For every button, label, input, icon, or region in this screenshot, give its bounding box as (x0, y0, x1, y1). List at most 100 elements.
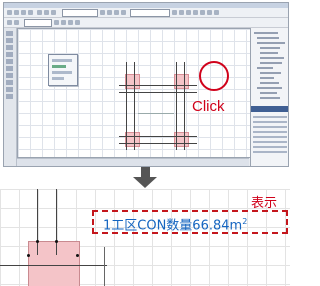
beam-line[interactable] (119, 143, 197, 144)
zoomed-detail-view: 表示 1工区CON数量66.84m2 (0, 189, 290, 286)
property-row[interactable] (253, 141, 287, 143)
vertex-point (27, 254, 30, 257)
tool-icon[interactable] (6, 94, 13, 99)
beam-line[interactable] (184, 62, 185, 150)
palette-item[interactable] (52, 59, 72, 62)
main-toolbar (4, 8, 288, 18)
properties-header[interactable] (251, 106, 288, 112)
toolbar-icon[interactable] (75, 20, 80, 25)
property-row[interactable] (253, 116, 287, 118)
tool-icon[interactable] (6, 66, 13, 71)
tool-icon[interactable] (6, 73, 13, 78)
pan-icon[interactable] (44, 10, 49, 15)
toolbar-icon[interactable] (200, 10, 205, 15)
tree-item[interactable] (257, 87, 282, 89)
footing-pad[interactable] (125, 132, 140, 147)
tool-icon[interactable] (6, 80, 13, 85)
tree-item[interactable] (254, 32, 278, 34)
guide-line (138, 113, 174, 114)
toolbar-icon[interactable] (186, 10, 191, 15)
vertex-point (76, 254, 79, 257)
property-row[interactable] (253, 151, 287, 153)
tool-icon[interactable] (6, 45, 13, 50)
tree-item[interactable] (260, 72, 281, 74)
toolbar-icon[interactable] (7, 20, 12, 25)
drawing-canvas[interactable] (17, 28, 251, 158)
toolbar-icon[interactable] (54, 20, 59, 25)
property-row[interactable] (253, 126, 287, 128)
tree-item[interactable] (260, 92, 277, 94)
beam-line (37, 189, 38, 255)
beam-line[interactable] (176, 62, 177, 150)
beam-line[interactable] (119, 85, 197, 86)
tree-item[interactable] (257, 67, 273, 69)
tree-item[interactable] (260, 52, 278, 54)
beam-line[interactable] (119, 136, 197, 137)
beam-line (104, 247, 105, 286)
click-target-circle (199, 61, 229, 91)
tool-icon[interactable] (6, 31, 13, 36)
property-row[interactable] (253, 121, 287, 123)
tree-item[interactable] (260, 82, 279, 84)
click-label: Click (192, 98, 225, 115)
toolbar-icon[interactable] (214, 10, 219, 15)
toolbar-icon[interactable] (114, 10, 119, 15)
toolbar-icon[interactable] (207, 10, 212, 15)
measure-icon[interactable] (51, 10, 56, 15)
rectangle-icon[interactable] (21, 10, 26, 15)
toolbar-icon[interactable] (107, 10, 112, 15)
layer-select[interactable] (62, 9, 98, 17)
tool-icon[interactable] (6, 87, 13, 92)
toolbar-icon[interactable] (14, 20, 19, 25)
property-row[interactable] (253, 146, 287, 148)
toolbar-icon[interactable] (179, 10, 184, 15)
display-label: 表示 (251, 196, 278, 211)
settings-icon[interactable] (100, 10, 105, 15)
cad-app-window (3, 2, 289, 167)
concrete-quantity-label: 1工区CON数量66.84m2 (92, 210, 288, 234)
quantity-text: 1工区CON数量66.84m (103, 218, 243, 234)
floating-palette[interactable] (48, 54, 78, 86)
down-arrow-shaft (141, 167, 150, 177)
beam-line[interactable] (134, 62, 135, 150)
secondary-toolbar (4, 18, 288, 28)
tree-item[interactable] (257, 37, 279, 39)
palette-item[interactable] (52, 65, 66, 68)
property-row[interactable] (253, 136, 287, 138)
palette-item[interactable] (52, 71, 72, 74)
circle-icon[interactable] (28, 10, 33, 15)
property-select[interactable] (24, 19, 52, 27)
tree-item[interactable] (260, 57, 284, 59)
style-select[interactable] (130, 9, 170, 17)
tree-item[interactable] (257, 42, 285, 44)
status-bar (17, 158, 249, 166)
beam-line[interactable] (119, 92, 197, 93)
vertex-point (55, 240, 58, 243)
line-icon[interactable] (14, 10, 19, 15)
footing-pad (28, 241, 80, 286)
tree-item[interactable] (260, 47, 280, 49)
toolbar-icon[interactable] (193, 10, 198, 15)
beam-line[interactable] (126, 62, 127, 150)
vertex-point (36, 240, 39, 243)
toolbar-icon[interactable] (172, 10, 177, 15)
footing-pad[interactable] (125, 74, 140, 89)
tree-item[interactable] (260, 62, 282, 64)
left-tool-palette (4, 28, 17, 166)
quantity-unit-superscript: 2 (242, 217, 248, 226)
toolbar-icon[interactable] (68, 20, 73, 25)
property-row[interactable] (253, 131, 287, 133)
zoom-icon[interactable] (37, 10, 42, 15)
beam-line (56, 189, 57, 255)
tool-icon[interactable] (6, 52, 13, 57)
tool-icon[interactable] (6, 59, 13, 64)
toolbar-icon[interactable] (61, 20, 66, 25)
tool-icon[interactable] (6, 38, 13, 43)
toolbar-icon[interactable] (121, 10, 126, 15)
beam-line (0, 265, 107, 266)
select-icon[interactable] (7, 10, 12, 15)
tree-item[interactable] (260, 97, 280, 99)
tree-item[interactable] (260, 77, 274, 79)
layer-tree-panel (250, 28, 288, 166)
palette-item[interactable] (52, 77, 64, 80)
